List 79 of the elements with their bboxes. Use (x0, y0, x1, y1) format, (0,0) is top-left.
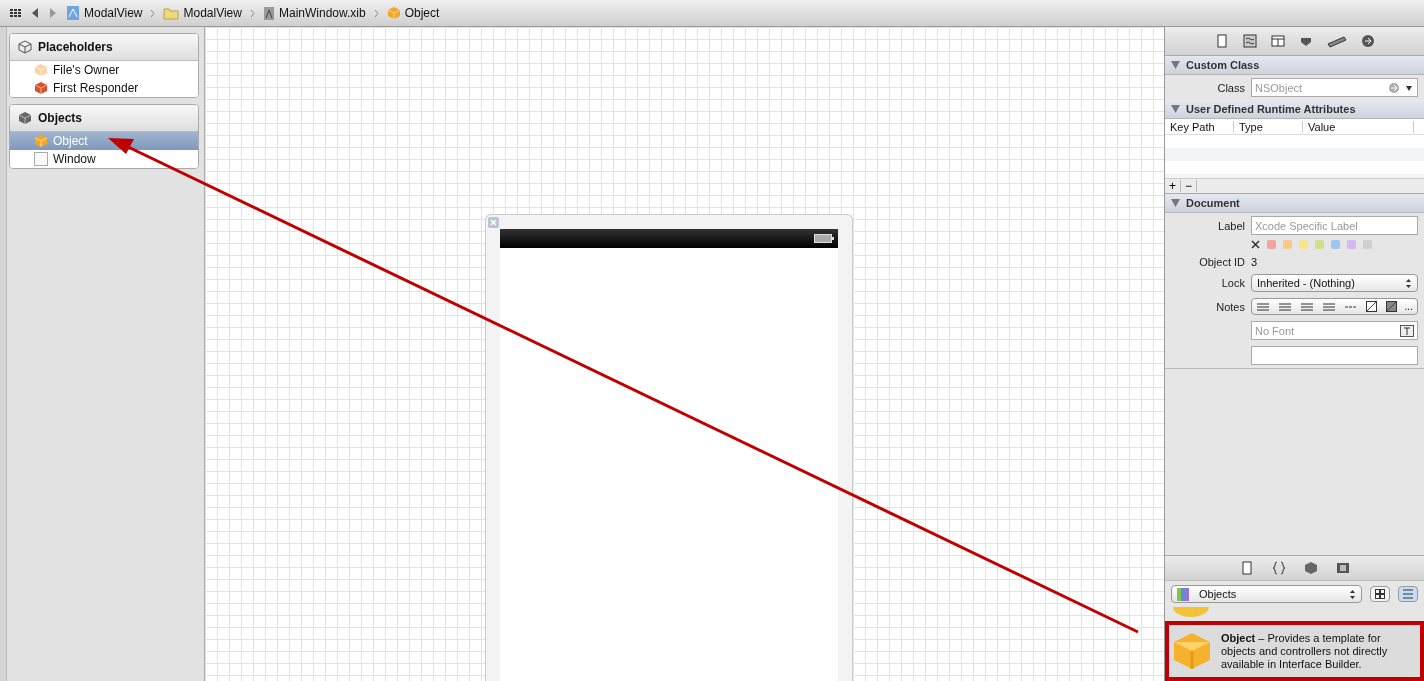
cube-icon (34, 134, 48, 148)
cube-icon (386, 6, 401, 20)
film-icon[interactable] (1335, 561, 1350, 575)
object-id-value: 3 (1251, 256, 1258, 268)
braces-icon[interactable] (1271, 561, 1286, 575)
chevron-icon (150, 8, 156, 18)
window-icon (34, 152, 48, 166)
layout-icon[interactable] (1270, 34, 1285, 48)
arrow-circle-icon[interactable] (1360, 34, 1375, 48)
column-header[interactable]: Value (1303, 120, 1414, 133)
wave-icon[interactable] (1242, 34, 1257, 48)
cube-icon (18, 111, 32, 125)
notes-format-bar[interactable]: ... (1251, 298, 1418, 315)
grid-icon (1375, 589, 1385, 599)
library-item[interactable]: Object – Provides a template for objects and controllers not directly available in Interface Builder. (1165, 621, 1424, 681)
library-item-description: Object – Provides a template for objects and controllers not directly available in Interface Builder. (1221, 631, 1389, 671)
field-label: Notes (1215, 300, 1245, 313)
no-color-icon[interactable] (1385, 301, 1397, 312)
chevron-icon (249, 8, 255, 18)
blueprint-icon (66, 5, 80, 21)
group-title: Objects (38, 111, 82, 125)
chevron-icon (373, 8, 379, 18)
field-label: Label (1217, 219, 1245, 232)
group-title: Placeholders (38, 40, 113, 54)
outline-item[interactable]: Window (10, 150, 198, 168)
color-swatch[interactable] (1315, 240, 1324, 249)
close-icon[interactable] (487, 217, 499, 228)
stepper-icon (1349, 588, 1356, 600)
outline-cube-icon (18, 40, 32, 54)
forward-arrow-icon[interactable] (48, 6, 58, 20)
document-icon[interactable] (1239, 561, 1254, 575)
cube-icon (34, 81, 48, 95)
view-mode-button[interactable] (1370, 586, 1390, 602)
color-swatch[interactable] (1331, 240, 1340, 249)
section-title: User Defined Runtime Attributes (1186, 103, 1356, 115)
document-icon[interactable] (1214, 34, 1229, 48)
field-label: Lock (1220, 277, 1245, 289)
outline-item[interactable]: First Responder (10, 79, 198, 97)
battery-icon (813, 234, 834, 243)
color-swatch[interactable] (1347, 240, 1356, 249)
color-swatch[interactable] (1283, 240, 1292, 249)
disclosure-triangle-icon[interactable] (1171, 105, 1180, 113)
column-header[interactable]: Type (1234, 120, 1303, 133)
cube-icon[interactable] (1303, 561, 1318, 575)
disclosure-triangle-icon[interactable] (1171, 61, 1180, 69)
library-filter-popup[interactable]: Objects (1171, 585, 1362, 603)
stepper-icon (1405, 277, 1412, 289)
folder-icon (163, 6, 180, 20)
section-title: Custom Class (1186, 59, 1260, 71)
remove-button[interactable]: − (1181, 180, 1198, 192)
column-header[interactable]: Key Path (1165, 120, 1234, 133)
breadcrumb-item[interactable]: Object (386, 6, 440, 20)
field-label: Object ID (1198, 256, 1245, 268)
more-label: ... (1404, 301, 1413, 312)
grid-icon[interactable] (8, 6, 22, 20)
align-icon[interactable] (1322, 302, 1337, 311)
align-icon[interactable] (1278, 302, 1293, 311)
lock-popup[interactable]: Inherited - (Nothing) (1251, 274, 1418, 292)
align-icon[interactable] (1256, 302, 1271, 311)
color-swatch[interactable] (1267, 240, 1276, 249)
color-swatch[interactable] (1299, 240, 1308, 249)
field-label: Class (1216, 81, 1245, 94)
clear-icon[interactable] (1251, 240, 1260, 249)
wireframe-cube-icon (34, 63, 48, 77)
breadcrumb-item[interactable]: MainWindow.xib (262, 5, 366, 21)
no-color-icon[interactable] (1366, 301, 1378, 312)
breadcrumb-item[interactable]: ModalView (66, 5, 143, 21)
back-arrow-icon[interactable] (30, 6, 40, 20)
partial-library-item-icon (1171, 607, 1211, 617)
disclosure-triangle-icon[interactable] (1171, 199, 1180, 207)
ruler-icon[interactable] (1326, 34, 1347, 48)
add-button[interactable]: + (1165, 180, 1181, 192)
text-icon[interactable] (1400, 324, 1414, 337)
list-icon (1403, 589, 1413, 599)
breadcrumb-item[interactable]: ModalView (163, 6, 242, 20)
section-title: Document (1186, 197, 1240, 209)
text-field[interactable] (1251, 346, 1418, 365)
align-icon[interactable] (1300, 302, 1315, 311)
document-icon (262, 5, 275, 21)
